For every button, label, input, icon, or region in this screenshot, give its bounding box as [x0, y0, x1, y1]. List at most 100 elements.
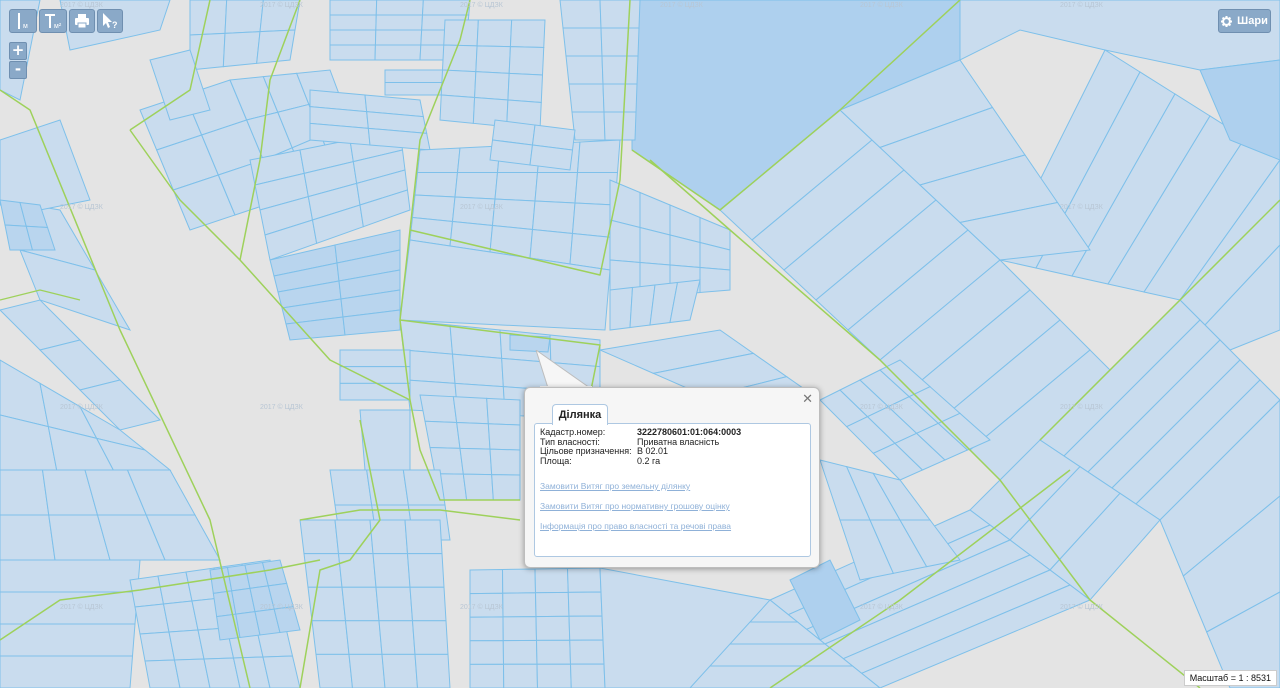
parcel[interactable] [374, 29, 423, 46]
parcel[interactable] [374, 44, 422, 61]
parcel[interactable] [507, 72, 544, 104]
parcel[interactable] [600, 27, 640, 57]
parcel[interactable] [144, 659, 181, 688]
parcel[interactable] [501, 568, 537, 594]
parcel[interactable] [462, 473, 494, 501]
parcel[interactable] [601, 55, 639, 85]
parcel[interactable] [571, 111, 606, 141]
parcel[interactable] [329, 0, 378, 16]
parcel[interactable] [535, 615, 571, 641]
parcel[interactable] [576, 139, 621, 173]
parcel[interactable] [411, 620, 449, 655]
parcel[interactable] [339, 349, 411, 368]
parcel[interactable] [424, 420, 461, 449]
zoom-in-button[interactable]: + [9, 42, 27, 60]
parcel[interactable] [339, 382, 411, 401]
close-icon[interactable]: ✕ [802, 391, 813, 407]
parcel[interactable] [569, 663, 606, 688]
layers-button[interactable]: Шари [1218, 9, 1271, 33]
parcel[interactable] [487, 423, 521, 451]
parcel[interactable] [469, 616, 504, 642]
parcel[interactable] [414, 172, 459, 198]
order-valuation-extract-link[interactable]: Замовити Витяг про нормативну грошову оц… [540, 501, 805, 511]
parcel[interactable] [469, 663, 505, 688]
parcel[interactable] [441, 44, 478, 73]
parcel[interactable] [311, 620, 350, 655]
parcel[interactable] [566, 567, 602, 593]
parcel[interactable] [402, 469, 446, 506]
parcel[interactable] [534, 172, 579, 204]
parcel[interactable] [451, 353, 504, 388]
parcel[interactable] [609, 286, 634, 331]
parcel-field[interactable] [0, 469, 50, 516]
parcel[interactable] [567, 591, 603, 617]
parcel[interactable] [529, 144, 574, 171]
parcel[interactable] [536, 663, 572, 688]
parcel[interactable] [508, 46, 545, 76]
identify-button[interactable]: ? [97, 9, 123, 33]
parcel[interactable] [299, 519, 340, 555]
parcel[interactable] [531, 200, 576, 235]
parcel[interactable] [329, 29, 377, 46]
cadastral-map[interactable]: 2017 © ЦДЗК 2017 © ЦДЗК 2017 © ЦДЗК 2017 © … [0, 0, 1280, 688]
parcel[interactable] [372, 553, 411, 588]
measure-distance-button[interactable]: м [9, 9, 37, 33]
parcel[interactable] [459, 447, 493, 476]
print-button[interactable] [69, 9, 95, 33]
parcel[interactable] [474, 71, 510, 101]
parcel[interactable] [565, 55, 604, 85]
parcel[interactable] [339, 366, 411, 384]
parcel[interactable] [502, 592, 537, 618]
parcel[interactable] [603, 111, 637, 141]
parcel[interactable] [348, 653, 386, 688]
parcel[interactable] [456, 421, 491, 450]
parcel[interactable] [303, 553, 343, 588]
parcel[interactable] [375, 14, 424, 31]
parcel[interactable] [502, 663, 539, 688]
measure-area-button[interactable]: м² [39, 9, 67, 33]
ownership-rights-info-link[interactable]: Інформація про право власності та речові… [540, 521, 805, 531]
parcel[interactable] [329, 44, 376, 61]
parcel[interactable] [469, 568, 504, 595]
parcel[interactable] [491, 474, 521, 501]
parcel[interactable] [256, 29, 296, 64]
parcel[interactable] [375, 0, 424, 16]
parcel[interactable] [378, 620, 416, 655]
tab-parcel[interactable]: Ділянка [552, 404, 608, 425]
parcel[interactable] [419, 394, 458, 424]
parcel[interactable] [409, 586, 447, 622]
parcel[interactable] [559, 0, 602, 29]
parcel[interactable] [535, 639, 572, 665]
parcel[interactable] [494, 172, 539, 202]
parcel-field[interactable] [0, 655, 134, 688]
parcel[interactable] [568, 615, 604, 641]
parcel[interactable] [341, 586, 380, 622]
parcel[interactable] [489, 139, 534, 166]
parcel[interactable] [416, 147, 461, 173]
parcel[interactable] [329, 469, 373, 506]
parcel[interactable] [699, 266, 731, 294]
parcel[interactable] [502, 639, 538, 665]
parcel[interactable] [609, 219, 641, 264]
parcel[interactable] [486, 397, 521, 426]
parcel[interactable] [315, 653, 354, 688]
parcel-field[interactable] [0, 559, 141, 593]
parcel[interactable] [222, 31, 261, 68]
parcel[interactable] [569, 639, 605, 665]
parcel[interactable] [139, 631, 176, 662]
parcel[interactable] [224, 0, 264, 34]
parcel[interactable] [384, 82, 446, 96]
parcel[interactable] [602, 83, 638, 113]
parcel[interactable] [534, 591, 570, 618]
parcel[interactable] [599, 0, 641, 29]
parcel-field[interactable] [0, 514, 56, 561]
parcel[interactable] [406, 553, 445, 588]
parcel[interactable] [454, 172, 499, 200]
parcel[interactable] [375, 586, 414, 622]
parcel[interactable] [489, 448, 521, 476]
parcel[interactable] [411, 194, 456, 223]
parcel[interactable] [534, 567, 569, 594]
parcel[interactable] [475, 45, 511, 74]
parcel[interactable] [452, 396, 489, 425]
parcel[interactable] [476, 19, 513, 48]
